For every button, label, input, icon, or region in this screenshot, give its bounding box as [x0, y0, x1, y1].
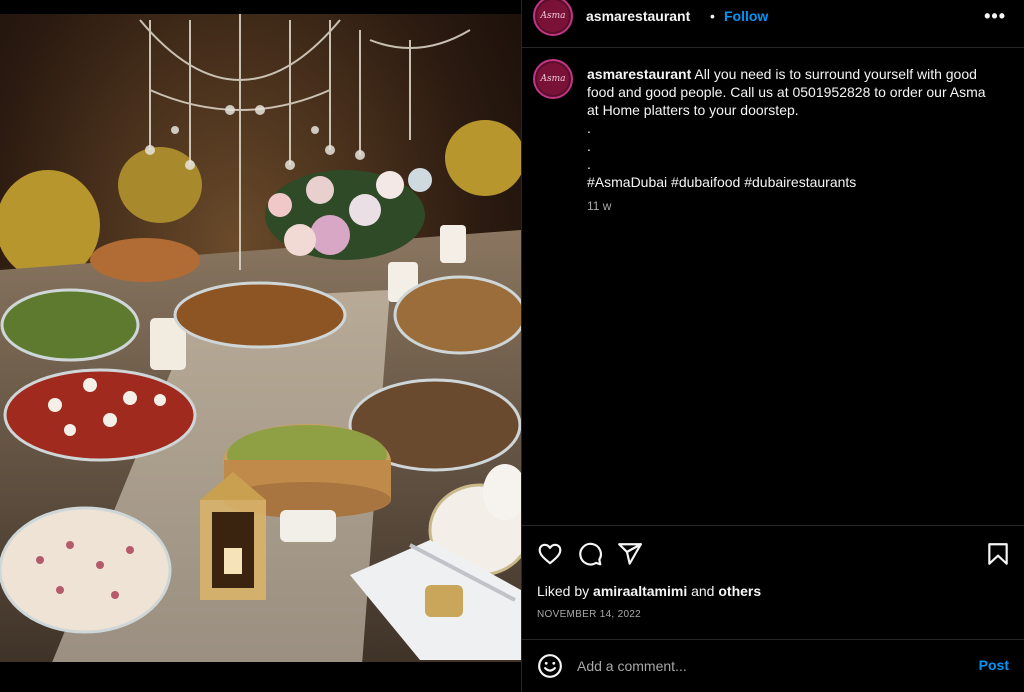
caption-dot-2: . — [587, 138, 591, 154]
likes-prefix: Liked by — [537, 583, 590, 599]
post-comment-button[interactable]: Post — [979, 657, 1009, 673]
likes-connector: and — [691, 583, 715, 599]
caption-dot-3: . — [587, 156, 591, 172]
avatar-logo: Asma — [537, 0, 569, 32]
post-side-panel: Asma asmarestaurant • Follow ••• Asma as… — [522, 0, 1024, 692]
header-divider — [522, 47, 1024, 48]
share-icon[interactable] — [617, 541, 643, 567]
caption-dot-1: . — [587, 120, 591, 136]
post-header: Asma asmarestaurant • Follow ••• — [522, 0, 1024, 40]
post-photo[interactable] — [0, 0, 521, 692]
caption-hashtags[interactable]: #AsmaDubai #dubaifood #dubairestaurants — [587, 173, 997, 191]
likes-others[interactable]: others — [718, 583, 761, 599]
more-options-icon[interactable]: ••• — [984, 6, 1006, 27]
caption-avatar[interactable]: Asma — [533, 59, 573, 99]
caption-time-ago: 11 w — [587, 199, 612, 213]
caption-username[interactable]: asmarestaurant — [587, 66, 691, 82]
header-separator: • — [710, 8, 715, 24]
header-username[interactable]: asmarestaurant — [586, 8, 690, 24]
avatar[interactable]: Asma — [533, 0, 573, 36]
likes-user[interactable]: amiraaltamimi — [593, 583, 687, 599]
emoji-icon[interactable] — [537, 653, 563, 679]
bookmark-icon[interactable] — [985, 541, 1011, 567]
actions-divider — [522, 525, 1024, 526]
action-bar — [522, 537, 1024, 569]
post-date: NOVEMBER 14, 2022 — [537, 609, 642, 620]
comment-input[interactable] — [577, 656, 957, 676]
heart-icon[interactable] — [537, 541, 563, 567]
caption-avatar-logo: Asma — [537, 63, 569, 95]
comment-bar: Post — [522, 640, 1024, 692]
comment-icon[interactable] — [577, 541, 603, 567]
follow-button[interactable]: Follow — [724, 8, 768, 24]
caption: asmarestaurant All you need is to surrou… — [587, 65, 997, 191]
post-photo-image — [0, 0, 521, 692]
likes-summary: Liked by amiraaltamimi and others — [537, 583, 761, 599]
